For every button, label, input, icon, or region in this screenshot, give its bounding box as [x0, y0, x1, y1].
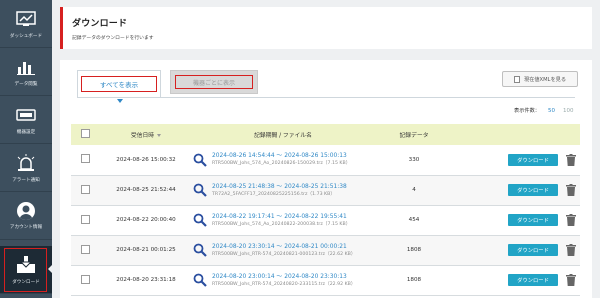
user-icon [17, 201, 35, 220]
row-checkbox[interactable] [80, 214, 90, 224]
column-period: 記録期間 / ファイル名 [254, 133, 312, 139]
magnifier-icon[interactable] [193, 183, 207, 197]
main-content: ダウンロード 記録データのダウンロードを行います すべてを表示 機器ごとに表示 … [60, 7, 592, 298]
record-count: 330 [408, 156, 420, 163]
tab-show-all-label: すべてを表示 [81, 76, 157, 92]
download-button[interactable]: ダウンロード [508, 244, 558, 256]
display-count-label: 表示件数： [514, 108, 540, 114]
alarm-icon [15, 153, 37, 173]
app: ダッシュボード データ閲覧 機器設定 アラート通知 アカウント情報 ダウンロード… [0, 0, 600, 298]
table-header-row: 受信日時 記録期間 / ファイル名 記録データ [71, 124, 580, 145]
sidebar-item-device-settings[interactable]: 機器設定 [0, 96, 52, 144]
page-header: ダウンロード 記録データのダウンロードを行います [60, 7, 592, 49]
sidebar-item-label: アカウント情報 [9, 224, 43, 230]
received-date: 2024-08-22 20:00:40 [116, 217, 176, 223]
trash-icon[interactable] [566, 214, 576, 226]
download-button[interactable]: ダウンロード [508, 153, 558, 166]
sidebar-item-download[interactable]: ダウンロード [0, 246, 53, 294]
tab-divider [77, 97, 575, 98]
trash-icon[interactable] [566, 244, 576, 256]
file-name: RTR500BW_Johs_574_Ao_20240826-150029.trz… [212, 161, 351, 167]
bar-chart-icon [15, 57, 37, 77]
record-period: 2024-08-20 23:00:14 ～ 2024-08-20 23:30:1… [212, 273, 347, 280]
record-period: 2024-08-20 23:30:14 ～ 2024-08-21 00:00:2… [212, 243, 347, 250]
file-name: RTR500BW_Johs_RTR-574_20240821-000123.tr… [212, 251, 356, 257]
trash-icon[interactable] [566, 274, 576, 286]
download-table: 受信日時 記録期間 / ファイル名 記録データ 2024-08-26 15:00… [71, 124, 580, 296]
received-date: 2024-08-20 23:31:18 [116, 277, 176, 283]
sidebar-item-label: 機器設定 [16, 129, 36, 135]
sidebar-item-label: ダッシュボード [9, 33, 43, 39]
received-date: 2024-08-21 00:01:25 [116, 247, 176, 253]
tab-show-all[interactable]: すべてを表示 [77, 70, 161, 103]
display-count-100[interactable]: 100 [563, 108, 574, 114]
view-xml-button[interactable]: 現在値XMLを見る [502, 71, 578, 87]
sidebar-item-label: アラート通知 [12, 177, 40, 183]
tab-by-device-label: 機器ごとに表示 [175, 75, 253, 89]
download-button[interactable]: ダウンロード [508, 274, 558, 286]
column-received-label: 受信日時 [130, 133, 155, 139]
select-all-checkbox[interactable] [80, 129, 90, 138]
received-date: 2024-08-26 15:00:32 [116, 156, 176, 163]
display-count: 表示件数： 50 100 [514, 107, 574, 115]
download-panel: すべてを表示 機器ごとに表示 現在値XMLを見る 表示件数： 50 100 受信… [60, 60, 592, 298]
record-count: 4 [412, 187, 416, 193]
view-xml-label: 現在値XMLを見る [523, 76, 567, 83]
trash-icon[interactable] [566, 184, 576, 196]
record-count: 1808 [406, 277, 422, 283]
table-row: 2024-08-26 15:00:32 2024-08-26 14:54:44 … [71, 145, 580, 175]
download-button[interactable]: ダウンロード [508, 184, 558, 196]
page-title: ダウンロード [72, 19, 128, 29]
row-checkbox[interactable] [80, 184, 90, 194]
display-count-50[interactable]: 50 [548, 108, 555, 114]
page-subtitle: 記録データのダウンロードを行います [72, 36, 154, 41]
record-count: 454 [408, 217, 420, 223]
row-checkbox[interactable] [80, 274, 90, 284]
table-row: 2024-08-21 00:01:25 2024-08-20 23:30:14 … [71, 235, 580, 265]
record-period: 2024-08-25 21:48:38 ～ 2024-08-25 21:51:3… [212, 183, 347, 190]
caret-down-icon [117, 99, 123, 103]
table-row: 2024-08-25 21:52:44 2024-08-25 21:48:38 … [71, 175, 580, 205]
magnifier-icon[interactable] [193, 243, 207, 257]
received-date: 2024-08-25 21:52:44 [116, 187, 176, 193]
file-name: TR72A2_5FACFF17_20240825225156.trz（1.73 … [212, 191, 336, 197]
document-icon [513, 75, 520, 83]
row-checkbox[interactable] [80, 154, 90, 164]
device-icon [15, 105, 37, 125]
magnifier-icon[interactable] [193, 153, 207, 167]
column-data: 記録データ [399, 133, 429, 139]
table-row: 2024-08-22 20:00:40 2024-08-22 19:17:41 … [71, 205, 580, 235]
sidebar-item-data-view[interactable]: データ閲覧 [0, 48, 52, 96]
record-period: 2024-08-26 14:54:44 ～ 2024-08-26 15:00:1… [212, 153, 347, 160]
dashboard-icon [15, 9, 37, 29]
sidebar: ダッシュボード データ閲覧 機器設定 アラート通知 アカウント情報 ダウンロード [0, 0, 53, 298]
sidebar-item-dashboard[interactable]: ダッシュボード [0, 0, 52, 48]
sidebar-item-label: データ閲覧 [14, 81, 38, 87]
download-button[interactable]: ダウンロード [508, 214, 558, 226]
row-checkbox[interactable] [80, 244, 90, 254]
file-name: RTR500BW_Johs_574_Ao_20240822-200038.trz… [212, 221, 351, 227]
record-count: 1808 [406, 247, 422, 253]
sidebar-item-alerts[interactable]: アラート通知 [0, 144, 52, 192]
record-period: 2024-08-22 19:17:41 ～ 2024-08-22 19:55:4… [212, 213, 347, 220]
magnifier-icon[interactable] [193, 213, 207, 227]
sort-icon [157, 134, 162, 137]
trash-icon[interactable] [566, 153, 576, 166]
file-name: RTR500BW_Johs_RTR-574_20240820-233115.tr… [212, 281, 356, 287]
tab-by-device[interactable]: 機器ごとに表示 [170, 70, 258, 94]
column-received[interactable]: 受信日時 [99, 124, 193, 145]
sidebar-item-account[interactable]: アカウント情報 [0, 192, 52, 240]
table-row: 2024-08-20 23:31:18 2024-08-20 23:00:14 … [71, 265, 580, 295]
active-highlight [4, 248, 47, 292]
magnifier-icon[interactable] [193, 273, 207, 287]
